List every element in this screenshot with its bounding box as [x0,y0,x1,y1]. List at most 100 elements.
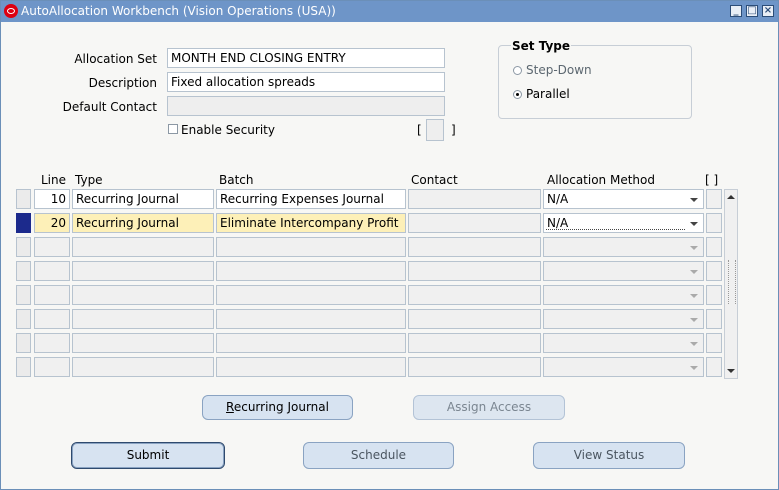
contact-cell[interactable] [408,189,541,209]
assign-access-button[interactable]: Assign Access [413,395,565,420]
line-cell[interactable] [34,309,70,329]
scroll-up-icon[interactable] [727,195,735,199]
type-cell[interactable]: Recurring Journal [72,189,214,209]
chevron-down-icon[interactable] [690,246,698,250]
line-cell[interactable] [34,357,70,377]
recurring-journal-button[interactable]: Recurring Journal [202,395,353,420]
chevron-down-icon[interactable] [690,198,698,202]
line-cell[interactable] [34,261,70,281]
batch-cell[interactable]: Recurring Expenses Journal [216,189,406,209]
scroll-grip[interactable] [728,260,736,304]
line-cell[interactable] [34,285,70,305]
default-contact-field[interactable] [167,96,445,116]
enable-security-label: Enable Security [181,123,275,137]
row-selector[interactable] [16,333,31,353]
schedule-button[interactable]: Schedule [303,442,454,469]
chevron-down-icon[interactable] [690,294,698,298]
default-contact-label: Default Contact [62,100,157,114]
description-field[interactable]: Fixed allocation spreads [167,72,445,92]
type-cell[interactable] [72,237,214,257]
batch-cell[interactable] [216,333,406,353]
row-flexfield-cell[interactable] [706,309,722,329]
type-cell[interactable] [72,357,214,377]
scroll-down-icon[interactable] [727,369,735,373]
step-down-label: Step-Down [526,63,592,77]
line-cell[interactable]: 20 [34,213,70,233]
bracket-right: ] [451,123,456,137]
type-cell[interactable] [72,333,214,353]
contact-cell[interactable] [408,309,541,329]
contact-cell[interactable] [408,261,541,281]
set-type-group [498,45,692,119]
minimize-icon[interactable]: _ [730,5,742,17]
row-selector[interactable] [16,309,31,329]
row-flexfield-cell[interactable] [706,333,722,353]
allocation-method-select[interactable] [543,309,704,329]
row-flexfield-cell[interactable] [706,261,722,281]
allocation-method-select[interactable] [543,333,704,353]
type-cell[interactable]: Recurring Journal [72,213,214,233]
row-selector[interactable] [16,285,31,305]
chevron-down-icon[interactable] [690,366,698,370]
row-flexfield-cell[interactable] [706,357,722,377]
batch-cell[interactable] [216,309,406,329]
step-down-radio[interactable] [513,66,522,75]
batch-cell[interactable] [216,285,406,305]
chevron-down-icon[interactable] [690,222,698,226]
row-flexfield-cell[interactable] [706,189,722,209]
allocation-method-select[interactable] [543,237,704,257]
row-flexfield-cell[interactable] [706,285,722,305]
submit-button[interactable]: Submit [71,442,225,469]
row-selector[interactable] [16,357,31,377]
contact-cell[interactable] [408,237,541,257]
line-cell[interactable] [34,237,70,257]
view-status-button[interactable]: View Status [533,442,685,469]
allocation-method-select[interactable]: N/A [543,213,704,233]
batch-cell[interactable] [216,357,406,377]
type-cell[interactable] [72,285,214,305]
row-selector[interactable] [16,189,31,209]
set-type-title: Set Type [511,39,572,53]
allocation-method-select[interactable] [543,357,704,377]
enable-security-checkbox[interactable] [168,124,178,134]
description-label: Description [88,76,157,90]
chevron-down-icon[interactable] [690,342,698,346]
allocation-method-select[interactable]: N/A [543,189,704,209]
oracle-logo-icon [4,4,18,18]
batch-cell[interactable] [216,237,406,257]
contact-cell[interactable] [408,333,541,353]
row-selector[interactable] [16,261,31,281]
row-selector[interactable] [16,213,31,233]
batch-cell[interactable] [216,261,406,281]
line-cell[interactable]: 10 [34,189,70,209]
parallel-label: Parallel [526,87,570,101]
allocation-method-value: N/A [547,216,569,230]
row-selector[interactable] [16,237,31,257]
contact-cell[interactable] [408,357,541,377]
contact-cell[interactable] [408,213,541,233]
table-scrollbar[interactable] [724,189,738,379]
allocation-method-select[interactable] [543,261,704,281]
column-header-contact: Contact [411,173,458,187]
maximize-icon[interactable]: □ [746,5,758,17]
column-header-allocation-method: Allocation Method [547,173,655,187]
chevron-down-icon[interactable] [690,270,698,274]
row-flexfield-cell[interactable] [706,237,722,257]
parallel-radio[interactable] [513,90,522,99]
window-title: AutoAllocation Workbench (Vision Operati… [21,4,336,18]
batch-cell[interactable]: Eliminate Intercompany Profit [216,213,406,233]
column-header-line: Line [41,173,67,187]
type-cell[interactable] [72,309,214,329]
type-cell[interactable] [72,261,214,281]
header-flexfield[interactable] [426,119,444,141]
close-icon[interactable]: × [762,5,774,17]
chevron-down-icon[interactable] [690,318,698,322]
recurring-journal-button-label: ecurring Journal [233,400,329,414]
bracket-left: [ [417,123,422,137]
title-bar: AutoAllocation Workbench (Vision Operati… [1,1,778,22]
allocation-method-select[interactable] [543,285,704,305]
line-cell[interactable] [34,333,70,353]
row-flexfield-cell[interactable] [706,213,722,233]
allocation-set-field[interactable]: MONTH END CLOSING ENTRY [167,48,445,68]
contact-cell[interactable] [408,285,541,305]
